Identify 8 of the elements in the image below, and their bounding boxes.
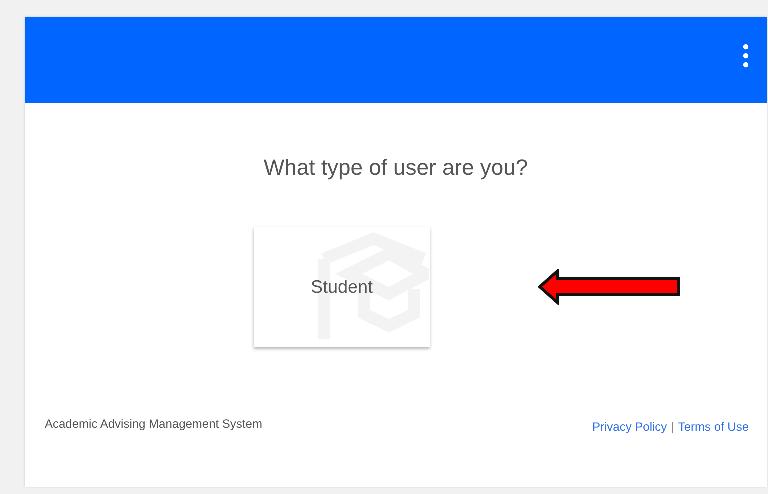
footer-link[interactable]: Terms of Use [678,420,749,434]
more-vertical-icon [743,44,749,68]
question-heading: What type of user are you? [262,155,530,181]
link-separator: | [671,420,674,434]
user-type-card[interactable]: Student [254,227,430,347]
footer-link[interactable]: Privacy Policy [592,420,668,434]
arrow-icon [538,269,682,305]
system-name: Academic Advising Management System [45,417,262,433]
